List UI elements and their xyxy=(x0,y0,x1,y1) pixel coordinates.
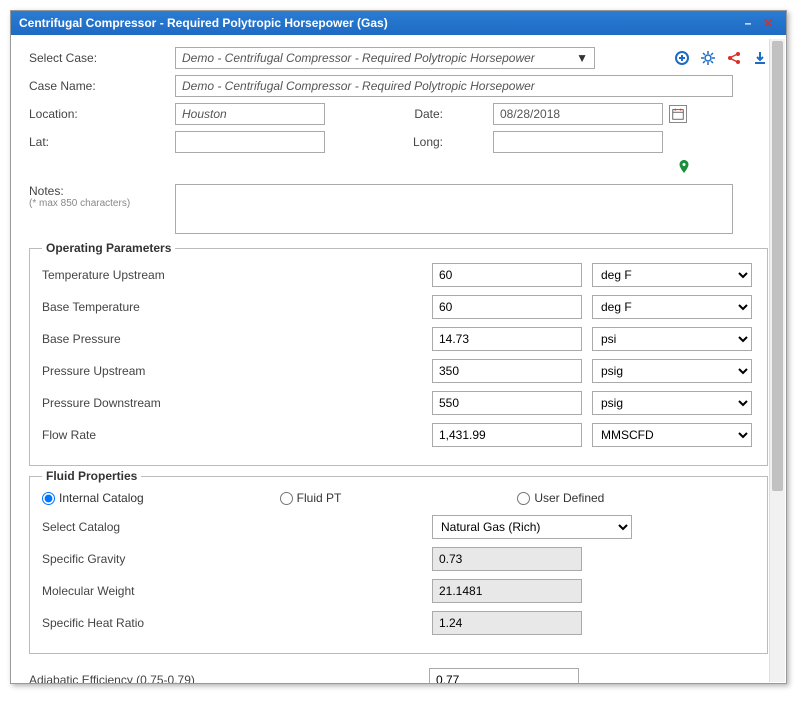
fluid-properties-fieldset: Fluid Properties Internal Catalog Fluid … xyxy=(29,476,768,654)
param-input[interactable] xyxy=(432,263,582,287)
case-toolbar xyxy=(654,50,768,66)
param-input[interactable] xyxy=(432,423,582,447)
share-icon[interactable] xyxy=(726,50,742,66)
content-area: Select Case: Demo - Centrifugal Compress… xyxy=(11,35,786,683)
lat-input[interactable] xyxy=(175,131,325,153)
window-title: Centrifugal Compressor - Required Polytr… xyxy=(19,16,738,30)
notes-textarea[interactable] xyxy=(175,184,733,234)
date-input[interactable] xyxy=(493,103,663,125)
param-unit-select[interactable]: psig xyxy=(592,359,752,383)
radio-internal-catalog[interactable]: Internal Catalog xyxy=(42,491,280,505)
param-unit-select[interactable]: deg F xyxy=(592,295,752,319)
map-pin-icon[interactable] xyxy=(676,159,692,178)
radio-fluid-pt[interactable]: Fluid PT xyxy=(280,491,518,505)
operating-parameters-fieldset: Operating Parameters Temperature Upstrea… xyxy=(29,248,768,466)
gear-icon[interactable] xyxy=(700,50,716,66)
param-input[interactable] xyxy=(432,359,582,383)
close-button[interactable]: ✕ xyxy=(758,16,778,30)
fluid-prop-input xyxy=(432,579,582,603)
fluid-prop-label: Specific Heat Ratio xyxy=(42,616,422,630)
select-catalog-dropdown[interactable]: Natural Gas (Rich) xyxy=(432,515,632,539)
notes-label: Notes: xyxy=(29,184,169,198)
fluid-prop-label: Molecular Weight xyxy=(42,584,422,598)
operating-parameters-title: Operating Parameters xyxy=(42,241,175,255)
case-name-label: Case Name: xyxy=(29,79,169,93)
calendar-icon[interactable] xyxy=(669,105,687,123)
fluid-prop-label: Specific Gravity xyxy=(42,552,422,566)
location-label: Location: xyxy=(29,107,169,121)
param-input[interactable] xyxy=(432,295,582,319)
scrollbar-thumb[interactable] xyxy=(772,41,783,491)
param-unit-select[interactable]: psi xyxy=(592,327,752,351)
param-label: Flow Rate xyxy=(42,428,422,442)
select-case-dropdown[interactable]: Demo - Centrifugal Compressor - Required… xyxy=(175,47,595,69)
long-label: Long: xyxy=(331,135,451,149)
adiabatic-input[interactable] xyxy=(429,668,579,683)
lat-label: Lat: xyxy=(29,135,169,149)
fluid-prop-input xyxy=(432,547,582,571)
param-unit-select[interactable]: MMSCFD xyxy=(592,423,752,447)
param-label: Pressure Upstream xyxy=(42,364,422,378)
param-label: Base Temperature xyxy=(42,300,422,314)
param-unit-select[interactable]: deg F xyxy=(592,263,752,287)
minimize-button[interactable]: – xyxy=(738,16,758,30)
download-icon[interactable] xyxy=(752,50,768,66)
radio-user-defined[interactable]: User Defined xyxy=(517,491,755,505)
select-catalog-label: Select Catalog xyxy=(42,520,422,534)
fluid-prop-input xyxy=(432,611,582,635)
param-label: Temperature Upstream xyxy=(42,268,422,282)
select-case-label: Select Case: xyxy=(29,51,169,65)
adiabatic-label: Adiabatic Efficiency (0.75-0.79) xyxy=(29,673,419,683)
app-window: Centrifugal Compressor - Required Polytr… xyxy=(10,10,787,684)
long-input[interactable] xyxy=(493,131,663,153)
add-icon[interactable] xyxy=(674,50,690,66)
vertical-scrollbar[interactable] xyxy=(769,39,785,682)
select-case-value: Demo - Centrifugal Compressor - Required… xyxy=(182,51,535,65)
title-bar: Centrifugal Compressor - Required Polytr… xyxy=(11,11,786,35)
param-input[interactable] xyxy=(432,391,582,415)
chevron-down-icon: ▼ xyxy=(576,51,588,65)
param-input[interactable] xyxy=(432,327,582,351)
date-label: Date: xyxy=(331,107,451,121)
case-name-input[interactable] xyxy=(175,75,733,97)
param-unit-select[interactable]: psig xyxy=(592,391,752,415)
fluid-properties-title: Fluid Properties xyxy=(42,469,141,483)
notes-sublabel: (* max 850 characters) xyxy=(29,198,169,209)
param-label: Base Pressure xyxy=(42,332,422,346)
location-input[interactable] xyxy=(175,103,325,125)
param-label: Pressure Downstream xyxy=(42,396,422,410)
